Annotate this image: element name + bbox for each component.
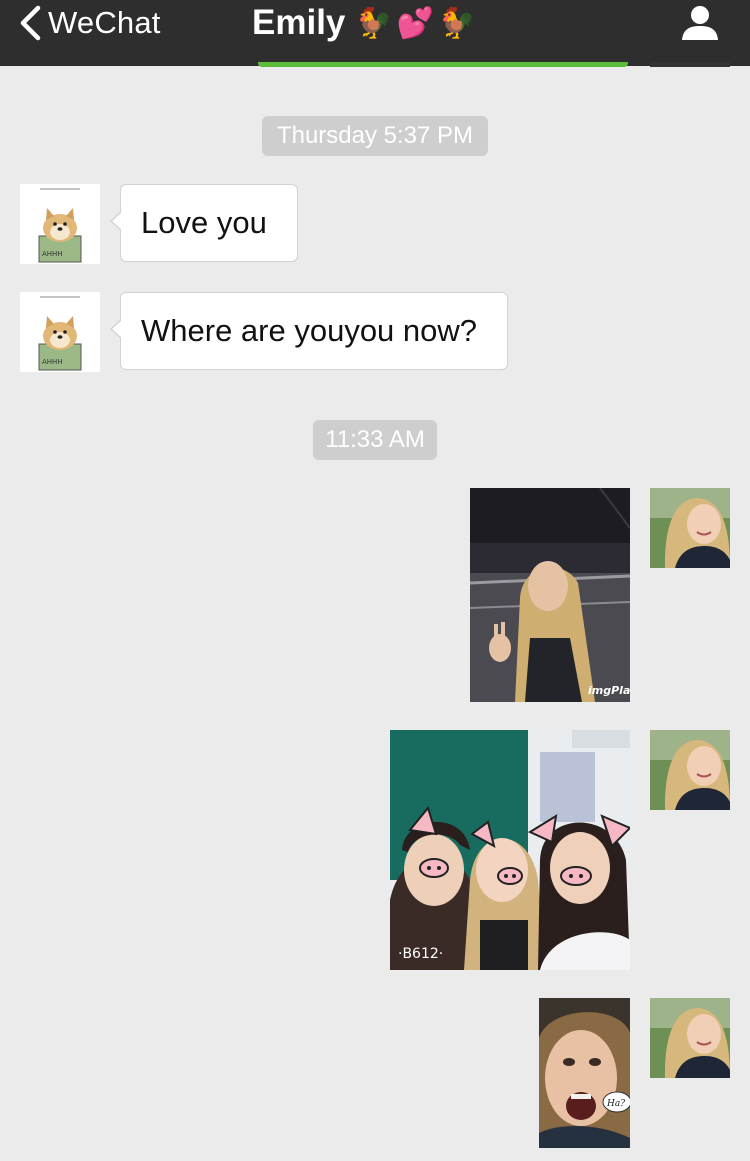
timestamp-label: 11:33 AM: [313, 420, 437, 460]
contact-avatar[interactable]: AHHH: [20, 292, 100, 372]
my-avatar[interactable]: [650, 488, 730, 568]
contact-avatar[interactable]: AHHH: [20, 184, 100, 264]
contact-name: Emily: [252, 3, 346, 42]
user-photo-icon: [650, 730, 730, 810]
person-icon: [680, 4, 720, 42]
scrolled-avatar-edge: [650, 62, 730, 67]
sent-image[interactable]: Ha?: [539, 998, 630, 1148]
user-photo-icon: [650, 998, 730, 1078]
my-avatar[interactable]: [650, 998, 730, 1078]
navigation-bar: WeChat Emily 🐓💕🐓: [0, 0, 750, 67]
my-avatar[interactable]: [650, 730, 730, 810]
sent-image[interactable]: ·B612·: [390, 730, 630, 970]
svg-text:Ha?: Ha?: [606, 1099, 625, 1109]
svg-text:AHHH: AHHH: [42, 250, 63, 258]
message-text: Where are youyou now?: [141, 313, 478, 348]
user-photo-icon: [650, 488, 730, 568]
svg-text:AHHH: AHHH: [42, 358, 63, 366]
message-bubble[interactable]: Where are youyou now?: [110, 292, 508, 370]
sent-image[interactable]: imgPlay: [470, 488, 630, 702]
back-label: WeChat: [48, 5, 161, 40]
chevron-left-icon: [18, 5, 42, 41]
funny-face-photo: Ha?: [539, 998, 630, 1148]
chat-info-button[interactable]: [680, 4, 720, 42]
scrolled-message-edge: [258, 62, 628, 67]
message-bubble[interactable]: Love you: [110, 184, 298, 262]
chat-title: Emily 🐓💕🐓: [252, 0, 479, 46]
timestamp-label: Thursday 5:37 PM: [262, 116, 488, 156]
svg-text:imgPlay: imgPlay: [588, 684, 630, 697]
doge-sticker-icon: AHHH: [20, 292, 100, 372]
doge-sticker-icon: AHHH: [20, 184, 100, 264]
title-emoji: 🐓💕🐓: [355, 6, 480, 40]
selfie-night-photo: imgPlay: [470, 488, 630, 702]
back-button[interactable]: WeChat: [18, 0, 161, 46]
message-text: Love you: [141, 205, 267, 240]
svg-text:·B612·: ·B612·: [398, 946, 443, 962]
group-selfie-photo: ·B612·: [390, 730, 630, 970]
